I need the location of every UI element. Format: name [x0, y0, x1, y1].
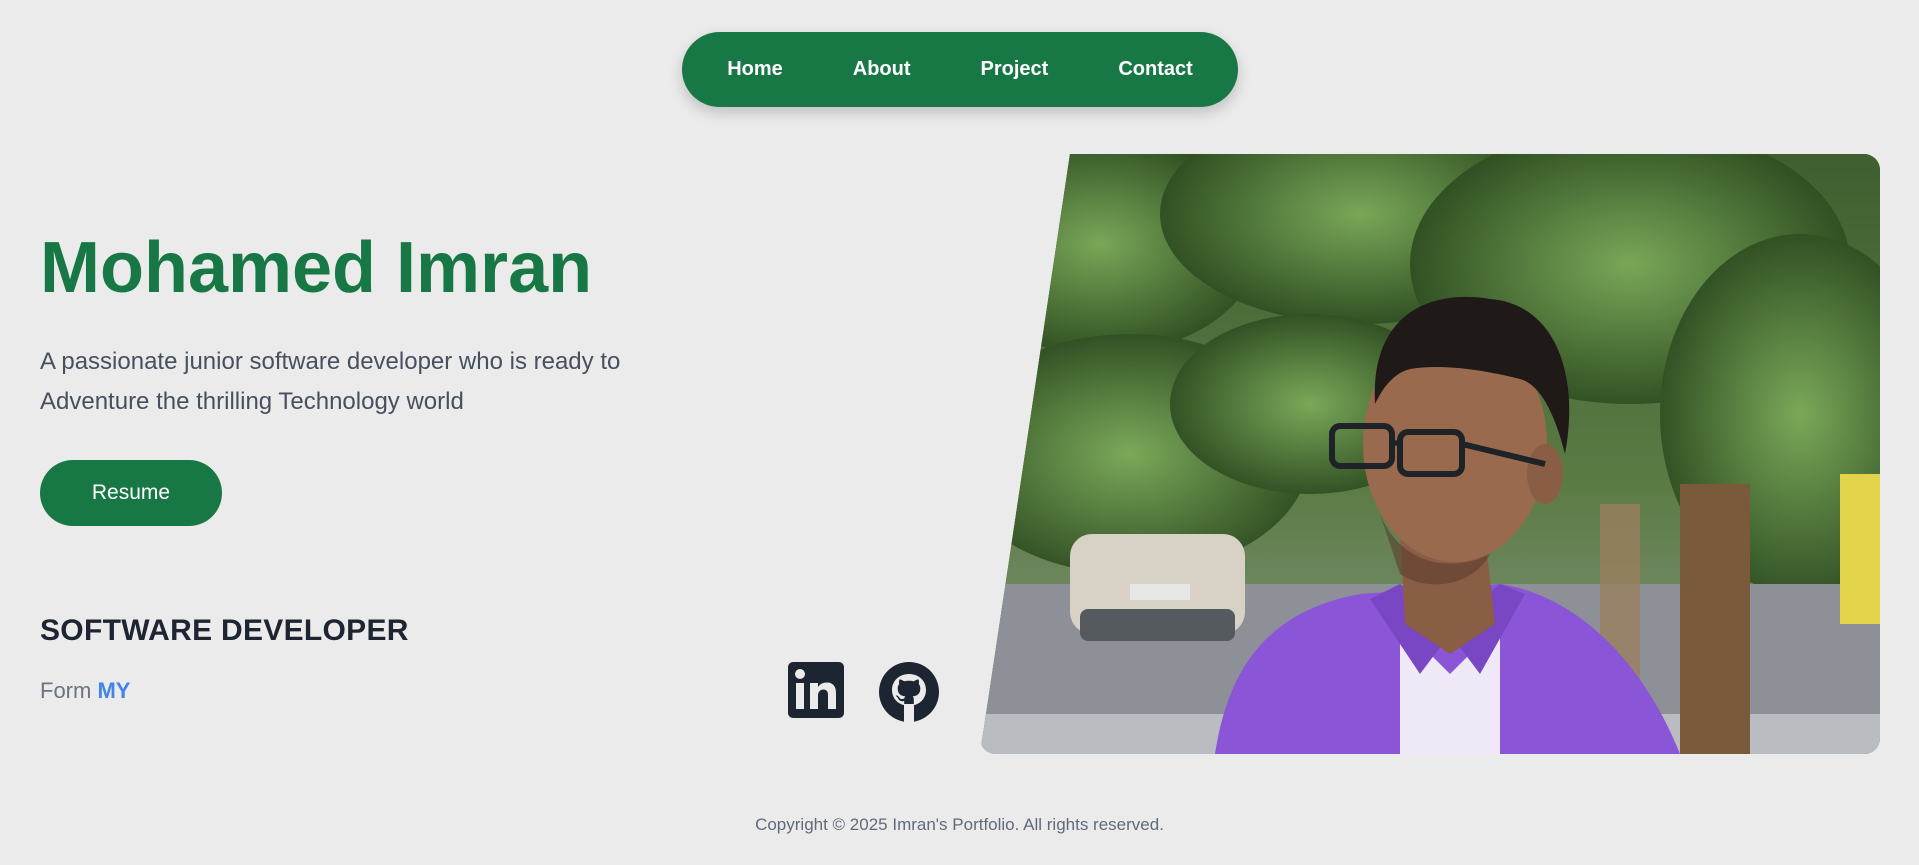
resume-button[interactable]: Resume [40, 460, 222, 526]
role-title: SOFTWARE DEVELOPER [40, 614, 409, 647]
nav-about[interactable]: About [818, 58, 946, 81]
nav-home[interactable]: Home [692, 58, 818, 81]
nav-project[interactable]: Project [946, 58, 1084, 81]
origin-label: Form [40, 678, 92, 703]
origin-line: Form MY [40, 678, 130, 704]
hero-name: Mohamed Imran [40, 228, 593, 308]
main-nav: Home About Project Contact [682, 32, 1238, 107]
nav-contact[interactable]: Contact [1083, 58, 1227, 81]
linkedin-icon [788, 662, 844, 718]
origin-value: MY [97, 678, 131, 703]
github-link[interactable] [878, 662, 940, 727]
hero-description: A passionate junior software developer w… [40, 348, 621, 415]
profile-photo [980, 154, 1880, 754]
linkedin-link[interactable] [788, 662, 844, 723]
portrait-photo-image [980, 154, 1880, 754]
footer-copyright: Copyright © 2025 Imran's Portfolio. All … [755, 815, 1164, 834]
github-icon [879, 662, 939, 722]
